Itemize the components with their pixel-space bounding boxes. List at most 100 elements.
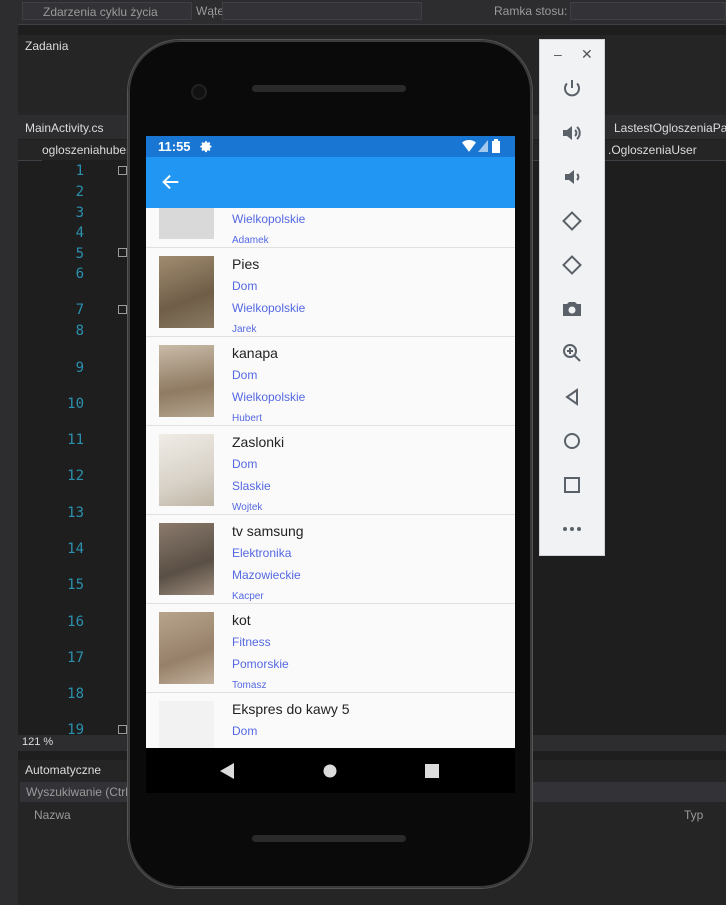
tasks-title: Zadania: [25, 39, 69, 53]
listing-location[interactable]: Wielkopolskie: [232, 390, 305, 404]
listing-user[interactable]: Tomasz: [232, 680, 266, 691]
listing-location[interactable]: Wielkopolskie: [232, 212, 305, 226]
list-item[interactable]: tv samsung Elektronika Mazowieckie Kacper: [146, 515, 515, 604]
listing-location[interactable]: Mazowieckie: [232, 568, 301, 582]
listing-user[interactable]: Wojtek: [232, 502, 262, 513]
back-icon[interactable]: [560, 385, 584, 409]
front-camera: [193, 86, 205, 98]
battery-icon: [492, 139, 500, 153]
line-number: 2: [75, 184, 84, 200]
listing-title: kanapa: [232, 345, 278, 361]
listing-category[interactable]: Dom: [232, 457, 257, 471]
list-item[interactable]: kot Fitness Pomorskie Tomasz: [146, 604, 515, 693]
listing-category[interactable]: Dom: [232, 724, 257, 738]
settings-icon: [200, 141, 212, 153]
autos-title: Automatyczne: [25, 763, 102, 777]
line-number: 16: [67, 614, 84, 630]
bottom-speaker: [252, 835, 406, 842]
listing-thumbnail: [159, 434, 214, 506]
line-number: 4: [75, 225, 84, 241]
listing-user[interactable]: Hubert: [232, 413, 262, 424]
nav-back-icon[interactable]: [220, 763, 234, 779]
listing-title: Zaslonki: [232, 434, 285, 450]
listing-location[interactable]: Slaskie: [232, 479, 271, 493]
thread-dropdown[interactable]: [222, 2, 422, 20]
nav-overview-icon[interactable]: [425, 764, 439, 778]
clock: 11:55: [158, 139, 191, 154]
line-number: 5: [75, 246, 84, 262]
list-item[interactable]: Pies Dom Wielkopolskie Jarek: [146, 248, 515, 337]
listing-title: tv samsung: [232, 523, 304, 539]
android-nav-bar: [146, 748, 515, 793]
list-item[interactable]: kanapa Dom Wielkopolskie Hubert: [146, 337, 515, 426]
more-icon[interactable]: [560, 517, 584, 541]
volume-down-icon[interactable]: [560, 165, 584, 189]
listing-category[interactable]: Dom: [232, 368, 257, 382]
listing-thumbnail: [159, 208, 214, 239]
listing-thumbnail: [159, 256, 214, 328]
rotate-right-icon[interactable]: [560, 253, 584, 277]
wifi-icon: [462, 140, 476, 152]
camera-icon[interactable]: [560, 297, 584, 321]
tab-lastest-ogloszenia[interactable]: LastestOgloszeniaPag: [614, 121, 726, 135]
line-number: 9: [75, 360, 84, 376]
listing-location[interactable]: Wielkopolskie: [232, 301, 305, 315]
rotate-left-icon[interactable]: [560, 209, 584, 233]
app-toolbar: [146, 157, 515, 208]
list-item[interactable]: Zaslonki Dom Slaskie Wojtek: [146, 426, 515, 515]
listing-title: Ekspres do kawy 5: [232, 701, 350, 717]
ide-toolbar: Zdarzenia cyklu życia Wątek: Ramka stosu…: [0, 0, 726, 25]
line-number: 3: [75, 205, 84, 221]
listing-location[interactable]: Pomorskie: [232, 657, 289, 671]
tab-mainactivity[interactable]: MainActivity.cs: [25, 121, 103, 135]
line-number: 1: [75, 163, 84, 179]
listing-user[interactable]: Jarek: [232, 324, 256, 335]
line-number: 7: [75, 302, 84, 318]
editor-project-label[interactable]: ogloszeniahuber: [42, 143, 130, 157]
line-number: 18: [67, 686, 84, 702]
line-number: 11: [67, 432, 84, 448]
power-icon[interactable]: [560, 77, 584, 101]
back-arrow-icon[interactable]: [160, 171, 182, 193]
android-status-bar: 11:55: [146, 136, 515, 157]
listing-title: Pies: [232, 256, 260, 272]
nav-home-icon[interactable]: [323, 764, 337, 778]
listing-user[interactable]: Kacper: [232, 591, 264, 602]
fold-toggle-icon[interactable]: [118, 248, 127, 257]
fold-toggle-icon[interactable]: [118, 305, 127, 314]
close-icon[interactable]: ✕: [581, 46, 593, 63]
listing-thumbnail: [159, 612, 214, 684]
listing-thumbnail: [159, 701, 214, 748]
volume-up-icon[interactable]: [560, 121, 584, 145]
listing-category[interactable]: Elektronika: [232, 546, 291, 560]
column-type-header: Typ: [684, 808, 704, 822]
lifecycle-events-dropdown[interactable]: Zdarzenia cyklu życia: [22, 2, 192, 20]
list-item[interactable]: Ekspres do kawy 5 Dom: [146, 693, 515, 748]
listing-category[interactable]: Fitness: [232, 635, 271, 649]
line-number: 10: [67, 396, 84, 412]
editor-member-label[interactable]: .OgloszeniaUser: [608, 143, 697, 157]
earpiece-speaker: [252, 85, 406, 92]
line-number: 12: [67, 468, 84, 484]
home-icon[interactable]: [560, 429, 584, 453]
phone-screen: 11:55 Wielkopolskie Adamek Pies Dom Wielkopo…: [146, 136, 515, 748]
column-name-header: Nazwa: [34, 808, 71, 822]
line-number: 14: [67, 541, 84, 557]
stackframe-dropdown[interactable]: [570, 2, 726, 20]
list-item[interactable]: Wielkopolskie Adamek: [146, 208, 515, 248]
fold-toggle-icon[interactable]: [118, 166, 127, 175]
lifecycle-label: Zdarzenia cyklu życia: [43, 5, 158, 19]
line-number: 8: [75, 323, 84, 339]
emulator-toolbar: – ✕: [540, 40, 604, 555]
line-number: 17: [67, 650, 84, 666]
zoom-icon[interactable]: [560, 341, 584, 365]
zoom-level[interactable]: 121 %: [22, 736, 53, 748]
listing-category[interactable]: Dom: [232, 279, 257, 293]
minimize-icon[interactable]: –: [554, 46, 562, 62]
fold-toggle-icon[interactable]: [118, 725, 127, 734]
listing-thumbnail: [159, 523, 214, 595]
overview-icon[interactable]: [560, 473, 584, 497]
listing-title: kot: [232, 612, 251, 628]
line-number: 6: [75, 266, 84, 282]
listing-user[interactable]: Adamek: [232, 235, 269, 246]
